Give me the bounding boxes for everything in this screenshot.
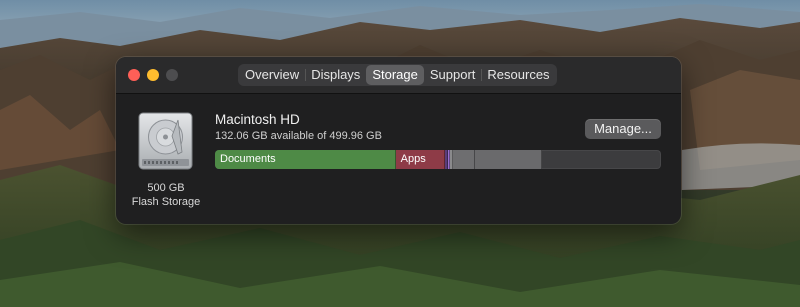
tab-bar: Overview Displays Storage Support Resour… xyxy=(238,64,557,86)
storage-segment-6[interactable] xyxy=(475,150,543,169)
close-button[interactable] xyxy=(128,69,140,81)
title-bar: Overview Displays Storage Support Resour… xyxy=(116,57,681,94)
storage-usage-bar[interactable]: Documents Apps xyxy=(215,150,661,169)
about-this-mac-window: Overview Displays Storage Support Resour… xyxy=(116,57,681,224)
storage-segment-apps[interactable]: Apps xyxy=(395,150,445,169)
disk-size-label: 500 GB xyxy=(147,182,185,194)
storage-segment-5[interactable] xyxy=(453,150,476,169)
tab-resources[interactable]: Resources xyxy=(480,65,555,85)
disk-type-label: Flash Storage xyxy=(131,196,201,208)
tab-displays[interactable]: Displays xyxy=(304,65,366,85)
hard-drive-icon xyxy=(138,112,193,170)
tab-overview[interactable]: Overview xyxy=(239,65,305,85)
tab-storage[interactable]: Storage xyxy=(366,65,424,85)
tab-support[interactable]: Support xyxy=(424,65,482,85)
zoom-button xyxy=(166,69,178,81)
desktop-background: Overview Displays Storage Support Resour… xyxy=(0,0,800,307)
disk-caption: 500 GB Flash Storage xyxy=(116,181,216,209)
volume-availability: 132.06 GB available of 499.96 GB xyxy=(215,130,382,142)
storage-segment-documents[interactable]: Documents xyxy=(215,150,396,169)
manage-button[interactable]: Manage... xyxy=(585,119,661,139)
volume-name: Macintosh HD xyxy=(215,112,300,127)
minimize-button[interactable] xyxy=(147,69,159,81)
